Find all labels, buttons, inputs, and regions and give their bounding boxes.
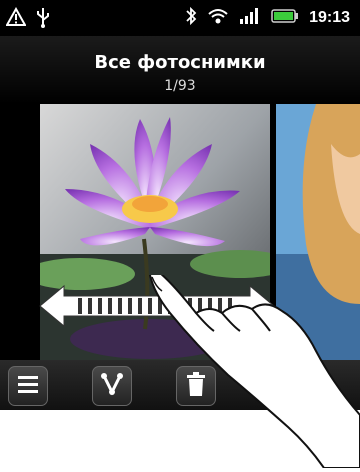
status-bar: 19:13	[0, 0, 360, 36]
swipe-hand-illustration	[148, 270, 360, 469]
share-button[interactable]	[92, 366, 132, 406]
wifi-icon	[207, 7, 229, 29]
signal-icon	[239, 7, 261, 29]
battery-icon	[271, 8, 299, 28]
menu-button[interactable]	[8, 366, 48, 406]
bluetooth-icon	[185, 6, 197, 30]
photo-counter: 1/93	[164, 78, 196, 94]
album-title: Все фотоснимки	[94, 52, 266, 73]
menu-icon	[16, 373, 40, 399]
warning-icon	[5, 6, 27, 31]
clock: 19:13	[309, 9, 350, 26]
usb-icon	[34, 6, 52, 32]
share-icon	[99, 371, 125, 401]
